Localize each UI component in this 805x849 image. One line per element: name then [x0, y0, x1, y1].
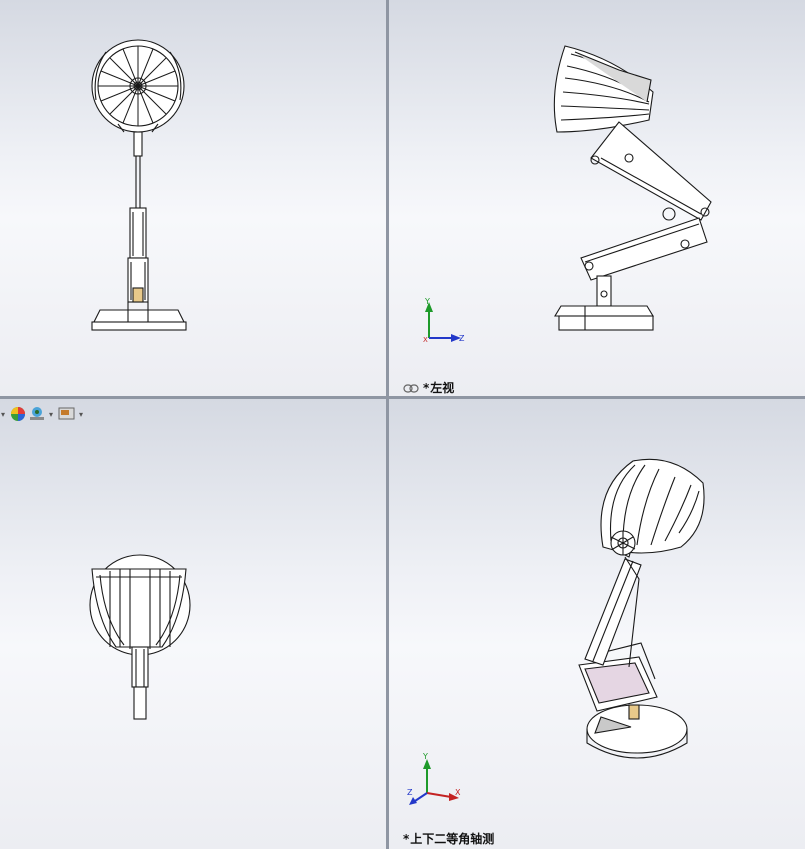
axis-label-z: Z	[459, 334, 465, 343]
lamp-top-view	[89, 554, 191, 720]
axis-triad-iso: Y X Z	[407, 752, 461, 805]
viewport-left[interactable]: Y Z X *左视	[389, 0, 805, 396]
viewport-isometric[interactable]: Y X Z *上下二等角轴测	[389, 399, 805, 849]
view-modified-star: *	[403, 832, 410, 846]
axis-label-y: Y	[422, 752, 428, 761]
axis-triad-left: Y Z X	[423, 297, 465, 344]
axis-label-y: Y	[424, 297, 430, 306]
view-label-iso: *上下二等角轴测	[403, 830, 494, 847]
viewport-top[interactable]: ▾ ▾ ▾	[0, 399, 386, 849]
view-label-left: *左视	[403, 379, 454, 396]
link-chain-icon	[403, 384, 419, 393]
lamp-front-view	[91, 39, 187, 331]
axis-label-x: X	[455, 788, 461, 797]
viewport-front[interactable]	[0, 0, 386, 396]
axis-label-z: Z	[407, 788, 413, 797]
viewport-grid: Y Z X *左视 ▾ ▾ ▾ Y X Z *上下二等角轴测	[0, 0, 805, 849]
view-name: 左视	[430, 381, 455, 395]
view-name: 上下二等角轴测	[410, 832, 495, 846]
view-modified-star: *	[423, 381, 430, 395]
axis-label-x: X	[423, 336, 428, 344]
